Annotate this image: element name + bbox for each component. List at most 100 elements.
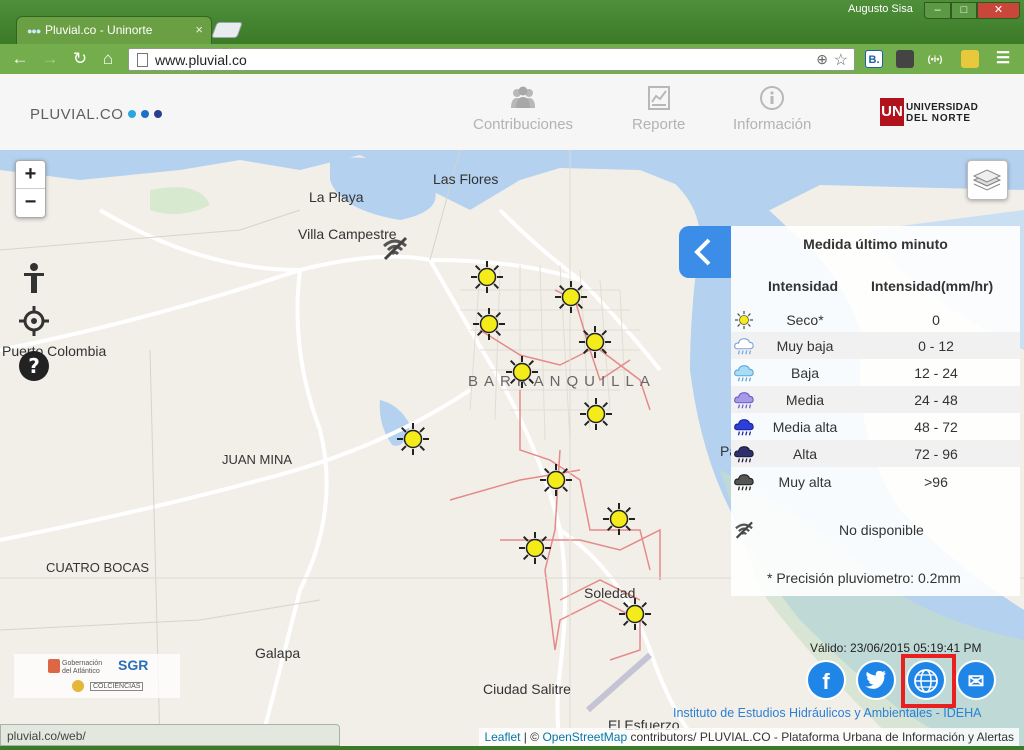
station-sun-icon[interactable] — [602, 502, 636, 536]
legend-collapse-button[interactable] — [679, 226, 731, 278]
legend-intensity-name: Media alta — [772, 419, 838, 435]
twitter-bird-icon — [865, 671, 886, 689]
map[interactable]: Las Flores La Playa Villa Campestre Puer… — [0, 150, 1024, 746]
osm-link[interactable]: OpenStreetMap — [542, 730, 627, 744]
cloud-light-rain-icon — [733, 362, 755, 384]
report-icon — [647, 86, 670, 110]
browser-status-bar: pluvial.co/web/ — [0, 724, 340, 746]
extension-puzzle-icon[interactable] — [961, 50, 979, 68]
wifi-off-icon[interactable] — [380, 232, 410, 262]
person-icon[interactable] — [18, 262, 50, 294]
university-line2: DEL NORTE — [906, 113, 971, 124]
sponsor-sgr: SGR — [118, 657, 149, 673]
home-icon[interactable]: ⌂ — [98, 49, 118, 69]
legend-intensity-name: Muy alta — [778, 474, 832, 490]
legend-not-available: No disponible — [839, 522, 924, 538]
legend-row: Baja 12 - 24 — [731, 359, 1020, 386]
locate-icon[interactable] — [18, 305, 50, 337]
tab-close-button[interactable]: × — [195, 22, 203, 37]
legend-intensity-name: Alta — [792, 446, 818, 462]
sponsor-logos: Gobernación del Atlántico SGR COLCIENCIA… — [14, 654, 180, 698]
url-text: www.pluvial.co — [155, 52, 247, 68]
browser-tab[interactable]: ●●● Pluvial.co - Uninorte × — [16, 16, 212, 44]
menu-icon[interactable]: ☰ — [994, 50, 1012, 68]
zoom-out-button[interactable]: − — [16, 189, 45, 217]
twitter-button[interactable] — [856, 660, 896, 700]
legend-row: Media 24 - 48 — [731, 386, 1020, 413]
browser-titlebar: ●●● Pluvial.co - Uninorte × Augusto Sisa… — [0, 0, 1024, 44]
station-sun-icon[interactable] — [539, 463, 573, 497]
logo-dot — [128, 110, 137, 118]
extension-b-icon[interactable]: B. — [865, 50, 883, 68]
profile-name[interactable]: Augusto Sisa — [848, 3, 913, 15]
place-label: CUATRO BOCAS — [46, 560, 150, 575]
uninorte-logo[interactable]: UN UNIVERSIDAD DEL NORTE — [880, 98, 990, 128]
zoom-icon[interactable]: ⊕ — [816, 51, 828, 68]
place-label: La Playa — [309, 189, 364, 205]
station-sun-icon[interactable] — [578, 325, 612, 359]
place-label: Las Flores — [433, 171, 499, 187]
station-sun-icon[interactable] — [472, 307, 506, 341]
nav-label: Reporte — [632, 116, 686, 133]
logo-dot — [141, 110, 150, 118]
new-tab-button[interactable] — [211, 22, 243, 38]
legend-title: Medida último minuto — [803, 236, 948, 252]
bookmark-star-icon[interactable]: ☆ — [834, 50, 848, 70]
legend-intensity-range: 24 - 48 — [914, 392, 958, 408]
station-sun-icon[interactable] — [518, 531, 552, 565]
gobernacion-shield-icon — [48, 659, 60, 673]
legend-note: * Precisión pluviometro: 0.2mm — [767, 570, 961, 586]
people-icon — [511, 86, 536, 108]
attribution-text: contributors/ PLUVIAL.CO - Plataforma Ur… — [627, 730, 1014, 744]
extension-phone-icon[interactable] — [896, 50, 914, 68]
zoom-in-button[interactable]: + — [16, 161, 45, 189]
info-icon — [760, 86, 785, 110]
station-sun-icon[interactable] — [396, 422, 430, 456]
validity-timestamp: Válido: 23/06/2015 05:19:41 PM — [810, 641, 982, 655]
nav-informacion[interactable]: Información — [733, 86, 811, 133]
extension-wifi-icon[interactable]: (•i•) — [926, 50, 944, 68]
email-button[interactable]: ✉ — [956, 660, 996, 700]
sponsor-gobernacion: Gobernación del Atlántico — [62, 660, 103, 675]
site-header: PLUVIAL.CO Contribuciones Reporte Inform… — [0, 74, 1024, 150]
minimize-button[interactable]: – — [924, 2, 951, 19]
tab-title: Pluvial.co - Uninorte — [45, 23, 153, 37]
reload-icon[interactable]: ↻ — [70, 49, 90, 69]
place-label: JUAN MINA — [222, 452, 293, 467]
cloud-heavy-rain-icon — [733, 416, 755, 438]
layers-button[interactable] — [967, 160, 1008, 200]
legend-intensity-range: 12 - 24 — [914, 365, 958, 381]
cloud-medium-rain-icon — [733, 389, 755, 411]
nav-reporte[interactable]: Reporte — [632, 86, 685, 133]
legend-row: Alta 72 - 96 — [731, 440, 1020, 467]
legend-intensity-range: 72 - 96 — [914, 446, 958, 462]
close-window-button[interactable]: ✕ — [977, 2, 1020, 19]
back-arrow-icon[interactable]: ← — [10, 49, 30, 69]
address-bar[interactable]: www.pluvial.co ⊕ ☆ — [128, 48, 855, 71]
colombia-shield-icon — [72, 680, 84, 692]
maximize-button[interactable]: □ — [951, 2, 977, 19]
station-sun-icon[interactable] — [505, 355, 539, 389]
cloud-very-light-icon — [733, 335, 755, 357]
cloud-high-rain-icon — [733, 443, 755, 465]
browser-toolbar: ← → ↻ ⌂ www.pluvial.co ⊕ ☆ B. (•i•) ☰ — [0, 44, 1024, 74]
leaflet-link[interactable]: Leaflet — [484, 730, 520, 744]
cloud-very-high-rain-icon — [733, 471, 755, 493]
forward-arrow-icon[interactable]: → — [40, 49, 60, 69]
station-sun-icon[interactable] — [579, 397, 613, 431]
un-mark: UN — [880, 98, 904, 126]
logo-dot — [154, 110, 163, 118]
legend-row: Media alta 48 - 72 — [731, 413, 1020, 440]
nav-label: Contribuciones — [473, 116, 574, 133]
institute-link[interactable]: Instituto de Estudios Hidráulicos y Ambi… — [673, 706, 981, 720]
nav-contribuciones[interactable]: Contribuciones — [473, 86, 573, 133]
facebook-button[interactable]: f — [806, 660, 846, 700]
station-sun-icon[interactable] — [618, 597, 652, 631]
legend-intensity-range: >96 — [924, 474, 948, 490]
pluvial-logo[interactable]: PLUVIAL.CO — [30, 106, 163, 123]
station-sun-icon[interactable] — [554, 280, 588, 314]
station-sun-icon[interactable] — [470, 260, 504, 294]
place-label-city: BARRANQUILLA — [468, 373, 656, 390]
help-icon[interactable]: ? — [18, 350, 50, 382]
attribution-sep: | © — [520, 730, 543, 744]
